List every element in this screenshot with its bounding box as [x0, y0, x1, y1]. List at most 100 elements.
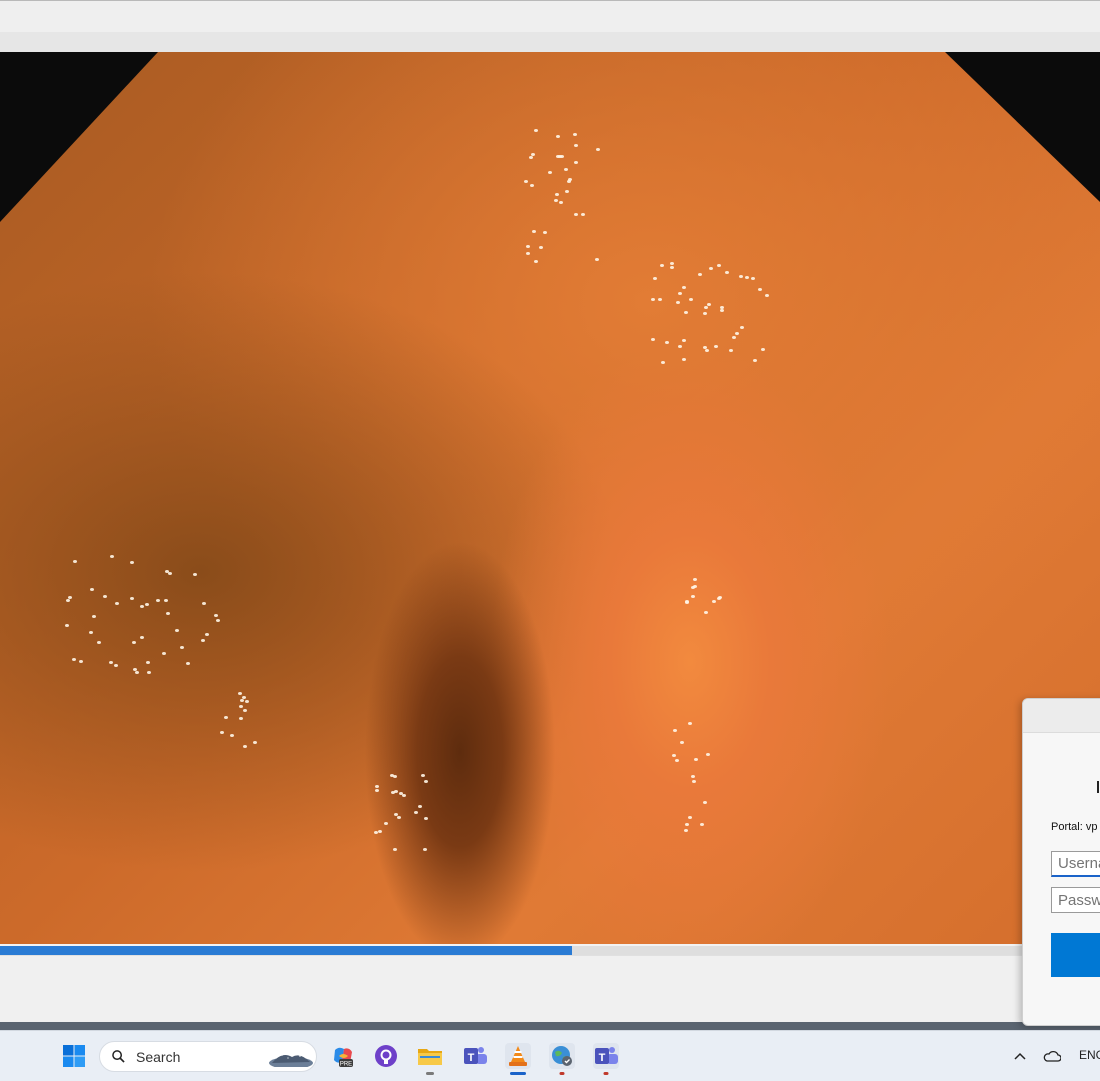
specular-glint: [683, 829, 688, 833]
specular-glint: [423, 847, 428, 851]
teams-icon[interactable]: T: [462, 1043, 488, 1069]
specular-glint: [102, 595, 107, 599]
github-desktop-icon[interactable]: [373, 1043, 399, 1069]
taskbar-search[interactable]: Search: [99, 1041, 317, 1072]
specular-glint: [751, 276, 756, 280]
start-button[interactable]: [61, 1043, 87, 1069]
specular-glint: [665, 341, 669, 345]
specular-glint: [714, 345, 719, 349]
specular-glint: [650, 297, 655, 301]
windows-icon: [63, 1045, 85, 1067]
specular-glint: [174, 628, 179, 632]
specular-glint: [757, 288, 762, 292]
specular-glint: [660, 361, 665, 365]
specular-glint: [595, 257, 600, 261]
taskbar: Search PRE T T EN: [0, 1030, 1100, 1081]
specular-glint: [673, 728, 678, 732]
specular-glint: [252, 741, 257, 745]
specular-glint: [709, 267, 714, 271]
specular-glint: [201, 638, 206, 642]
onedrive-cloud-icon[interactable]: [1040, 1043, 1064, 1069]
vlc-icon[interactable]: [505, 1043, 531, 1075]
window-bottom-edge: [0, 1022, 1100, 1030]
specular-glint: [572, 132, 577, 136]
specular-glint: [532, 230, 537, 234]
specular-glint: [375, 785, 380, 789]
specular-glint: [677, 345, 682, 349]
language-indicator[interactable]: ENG: [1079, 1048, 1100, 1062]
username-input[interactable]: [1051, 851, 1100, 877]
vpn-globe-icon[interactable]: [549, 1043, 575, 1075]
search-icon: [112, 1050, 125, 1063]
specular-glint: [73, 560, 78, 564]
specular-glint: [739, 326, 744, 330]
specular-glint: [215, 618, 220, 622]
specular-glint: [526, 251, 531, 255]
video-display[interactable]: [0, 52, 1100, 944]
specular-glint: [229, 733, 234, 737]
specular-glint: [213, 613, 218, 617]
specular-glint: [761, 348, 766, 352]
specular-glint: [568, 178, 573, 182]
specular-glint: [72, 657, 77, 661]
specular-glint: [687, 722, 692, 726]
specular-glint: [140, 605, 145, 609]
specular-glint: [659, 264, 664, 268]
copilot-icon[interactable]: PRE: [330, 1043, 356, 1069]
specular-glint: [65, 598, 70, 602]
specular-glint: [563, 168, 568, 172]
specular-glint: [556, 134, 561, 138]
search-highlight-art-icon: [269, 1052, 313, 1067]
specular-glint: [679, 741, 684, 745]
specular-glint: [682, 357, 686, 361]
specular-glint: [383, 822, 388, 826]
connect-button[interactable]: [1051, 933, 1100, 977]
specular-glint: [682, 338, 687, 342]
specular-glint: [720, 308, 725, 312]
specular-glint: [242, 709, 247, 713]
specular-glint: [539, 245, 544, 249]
specular-glint: [530, 153, 535, 157]
file-explorer-icon[interactable]: [417, 1043, 443, 1075]
teams-2-icon[interactable]: T: [593, 1043, 619, 1075]
specular-glint: [651, 337, 655, 341]
chevron-up-icon[interactable]: [1008, 1043, 1032, 1069]
dialog-title-bar[interactable]: [1023, 699, 1100, 733]
password-input[interactable]: [1051, 887, 1100, 913]
specular-glint: [700, 822, 705, 826]
specular-glint: [130, 597, 135, 601]
specular-glint: [155, 599, 160, 603]
specular-glint: [114, 663, 119, 667]
specular-glint: [110, 554, 115, 558]
specular-glint: [559, 200, 564, 204]
specular-glint: [732, 335, 737, 339]
specular-glint: [238, 692, 243, 696]
specular-glint: [244, 699, 249, 703]
specular-glint: [553, 199, 558, 203]
specular-glint: [529, 184, 534, 188]
media-player-window: [0, 0, 1100, 1030]
toolbar-strip: [0, 32, 1100, 53]
specular-glint: [596, 148, 601, 152]
specular-glint: [688, 297, 693, 301]
specular-glint: [753, 358, 757, 362]
specular-glint: [392, 847, 397, 851]
seek-bar[interactable]: [0, 946, 1100, 955]
specular-glint: [716, 264, 721, 268]
search-placeholder: Search: [136, 1049, 181, 1065]
specular-glint: [705, 753, 710, 757]
specular-glint: [704, 305, 709, 309]
specular-glint: [681, 285, 686, 289]
specular-glint: [377, 830, 382, 834]
specular-glint: [564, 190, 569, 194]
specular-glint: [402, 794, 407, 798]
endoscopy-video-frame: [0, 52, 1100, 944]
specular-glint: [108, 660, 113, 664]
specular-glint: [134, 670, 139, 674]
vpn-login-dialog: Portal: vp: [1022, 698, 1100, 1026]
title-bar[interactable]: [0, 0, 1100, 33]
specular-glint: [724, 270, 729, 274]
specular-glint: [703, 801, 708, 805]
specular-glint: [675, 301, 680, 305]
specular-glint: [694, 758, 699, 762]
